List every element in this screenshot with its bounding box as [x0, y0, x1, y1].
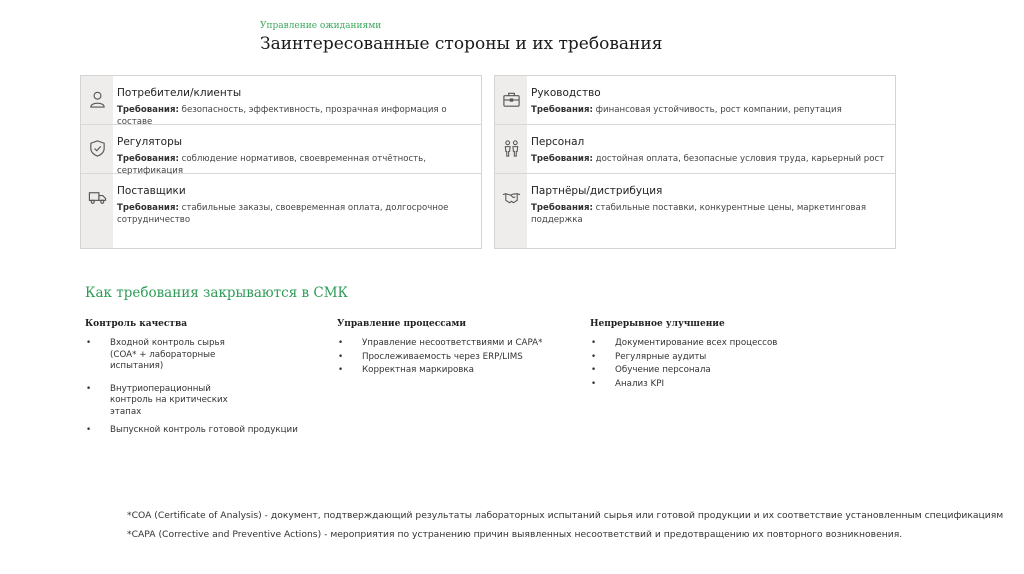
stakeholder-name: Партнёры/дистрибуция	[531, 185, 663, 197]
list-item: Прослеживаемость через ERP/LIMS	[337, 352, 577, 364]
truck-icon	[88, 192, 107, 204]
bullet-list: Входной контроль сырья (COA* + лаборатор…	[85, 338, 325, 437]
list-item: Регулярные аудиты	[590, 352, 830, 364]
shield-check-icon	[90, 140, 105, 157]
person-icon	[90, 91, 105, 108]
list-item: Управление несоответствиями и CAPA*	[337, 338, 577, 350]
column-process-management: Управление процессами Управление несоотв…	[337, 319, 577, 377]
list-item: Внутриоперационный контроль на критическ…	[85, 384, 230, 419]
icon-cell	[81, 174, 113, 248]
bullet-list: Управление несоответствиями и CAPA* Прос…	[337, 338, 577, 377]
stakeholder-requirements: Требования: финансовая устойчивость, рос…	[531, 105, 842, 115]
stakeholder-row-management: Руководство Требования: финансовая устой…	[495, 76, 895, 125]
column-heading: Непрерывное улучшение	[590, 319, 725, 329]
icon-cell	[81, 76, 113, 124]
page-title: Заинтересованные стороны и их требования	[260, 34, 663, 54]
column-heading: Управление процессами	[337, 319, 467, 329]
column-heading: Контроль качества	[85, 319, 188, 329]
briefcase-icon	[503, 92, 520, 107]
stakeholder-row-regulators: Регуляторы Требования: соблюдение нормат…	[81, 125, 481, 176]
stakeholder-row-partners: Партнёры/дистрибуция Требования: стабиль…	[495, 174, 895, 248]
stakeholder-name: Поставщики	[117, 185, 186, 197]
section-title: Как требования закрываются в СМК	[85, 285, 348, 301]
stakeholder-requirements: Требования: стабильные поставки, конкуре…	[531, 203, 866, 225]
footnote-coa: *COA (Certificate of Analysis) - докумен…	[127, 510, 1004, 521]
handshake-icon	[502, 193, 521, 204]
stakeholders-panel-left: Потребители/клиенты Требования: безопасн…	[80, 75, 482, 249]
stakeholder-requirements: Требования: стабильные заказы, своевреме…	[117, 203, 449, 225]
list-item: Анализ KPI	[590, 379, 830, 391]
stakeholder-requirements: Требования: достойная оплата, безопасные…	[531, 154, 885, 164]
icon-cell	[495, 125, 527, 173]
list-item: Документирование всех процессов	[590, 338, 830, 350]
page-kicker: Управление ожиданиями	[260, 21, 382, 31]
column-continuous-improvement: Непрерывное улучшение Документирование в…	[590, 319, 830, 390]
stakeholder-row-suppliers: Поставщики Требования: стабильные заказы…	[81, 174, 481, 248]
stakeholders-panel-right: Руководство Требования: финансовая устой…	[494, 75, 896, 249]
icon-cell	[495, 76, 527, 124]
stakeholder-row-consumers: Потребители/клиенты Требования: безопасн…	[81, 76, 481, 127]
bullet-list: Документирование всех процессов Регулярн…	[590, 338, 830, 390]
stakeholder-name: Руководство	[531, 87, 601, 99]
stakeholder-name: Потребители/клиенты	[117, 87, 242, 99]
column-quality-control: Контроль качества Входной контроль сырья…	[85, 319, 325, 437]
list-item: Входной контроль сырья (COA* + лаборатор…	[85, 338, 230, 373]
stakeholder-name: Регуляторы	[117, 136, 183, 148]
stakeholder-name: Персонал	[531, 136, 585, 148]
list-item: Корректная маркировка	[337, 365, 577, 377]
icon-cell	[81, 125, 113, 173]
people-icon	[504, 140, 519, 157]
stakeholder-row-staff: Персонал Требования: достойная оплата, б…	[495, 125, 895, 174]
list-item: Обучение персонала	[590, 365, 830, 377]
icon-cell	[495, 174, 527, 248]
footnote-capa: *CAPA (Corrective and Preventive Actions…	[127, 529, 903, 540]
list-item: Выпускной контроль готовой продукции	[85, 425, 325, 437]
